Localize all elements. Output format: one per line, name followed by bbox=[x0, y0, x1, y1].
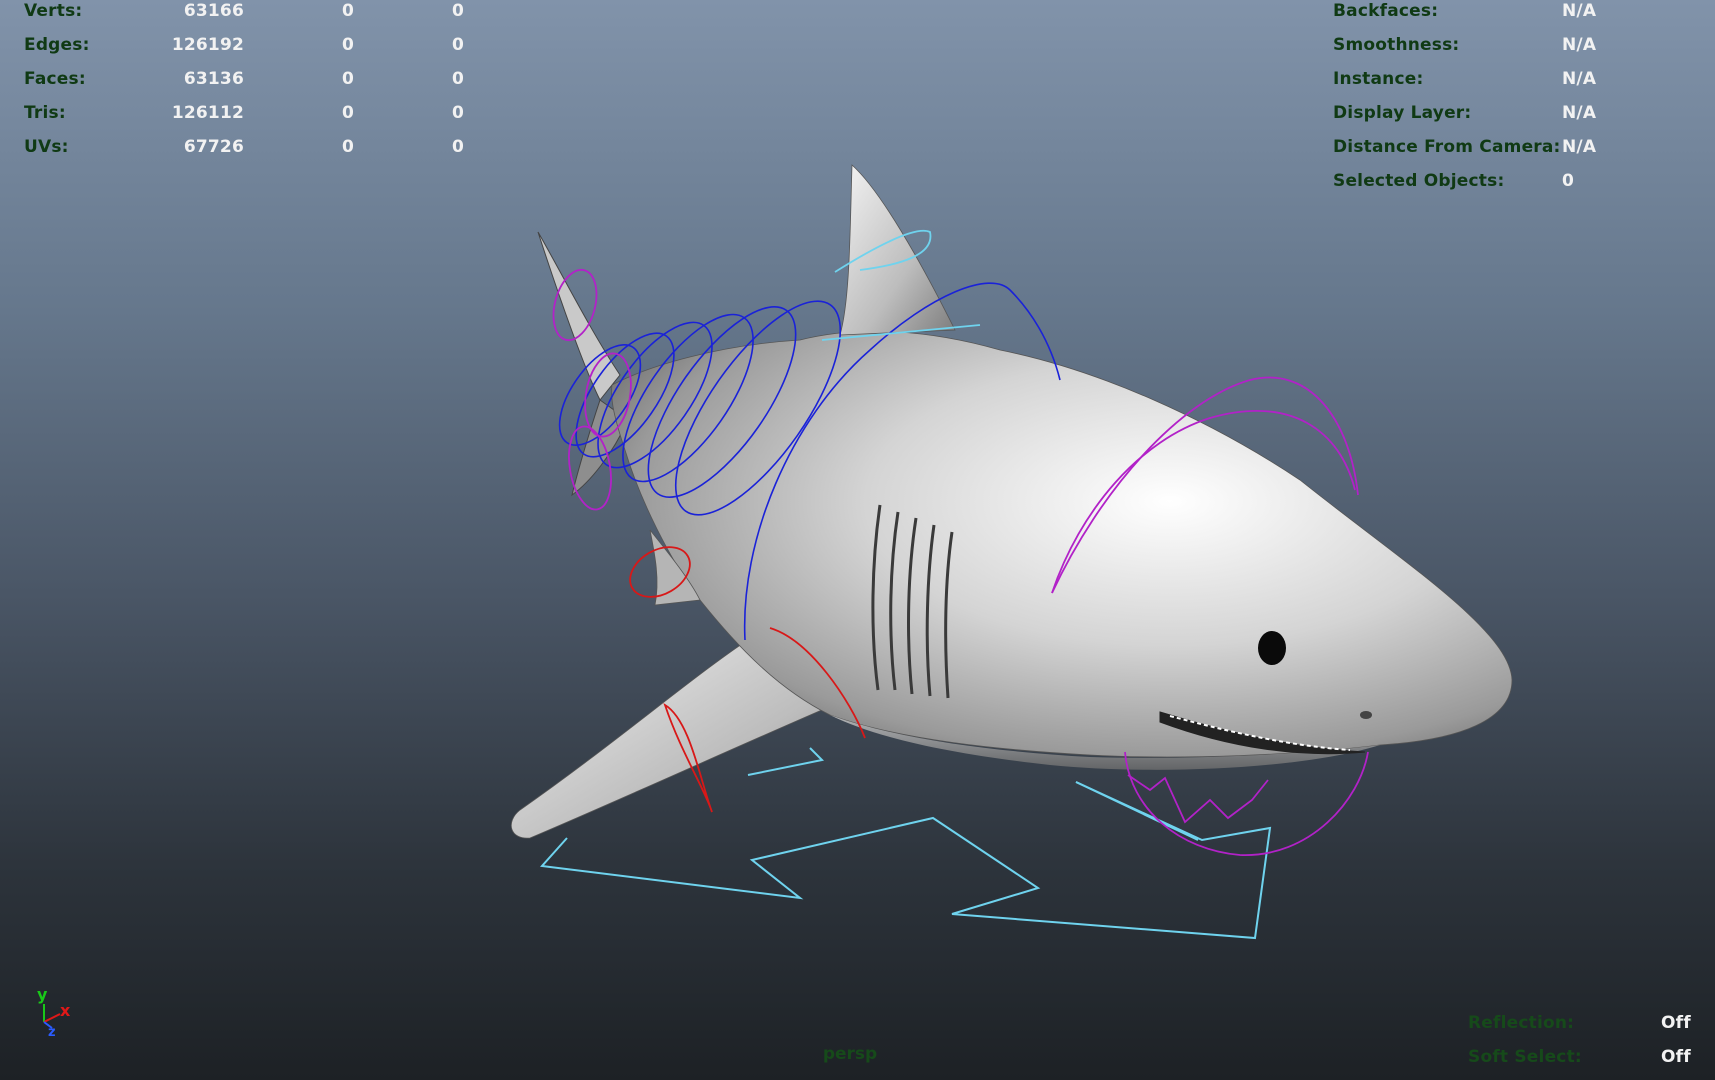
axis-y-label: y bbox=[37, 985, 48, 1004]
dorsal-fin bbox=[839, 164, 956, 336]
stat-value: 126192 bbox=[171, 35, 244, 55]
axis-x-label: x bbox=[60, 1001, 71, 1020]
info-row: Selected Objects: 0 bbox=[1333, 164, 1663, 198]
info-label: Instance: bbox=[1333, 69, 1424, 89]
info-row: Display Layer: N/A bbox=[1333, 96, 1663, 130]
object-details-hud: Backfaces: N/A Smoothness: N/A Instance:… bbox=[1333, 0, 1663, 198]
info-value: 0 bbox=[1562, 171, 1575, 191]
info-label: Backfaces: bbox=[1333, 1, 1439, 21]
stat-value: 0 bbox=[451, 103, 464, 123]
info-label: Distance From Camera: bbox=[1333, 137, 1561, 157]
stat-value: 63136 bbox=[183, 69, 244, 89]
display-label: Reflection: bbox=[1468, 1013, 1575, 1033]
stat-label: Edges: bbox=[24, 35, 90, 55]
stat-row: UVs: 67726 0 0 bbox=[24, 130, 464, 164]
stat-label: Faces: bbox=[24, 69, 86, 89]
stat-value: 0 bbox=[341, 69, 354, 89]
shark-eye bbox=[1258, 631, 1286, 665]
stat-value: 0 bbox=[341, 103, 354, 123]
info-value: N/A bbox=[1562, 137, 1597, 157]
stat-label: Verts: bbox=[24, 1, 83, 21]
stat-row: Faces: 63136 0 0 bbox=[24, 62, 464, 96]
axis-z-label: z bbox=[48, 1025, 56, 1040]
stat-value: 0 bbox=[451, 1, 464, 21]
info-row: Backfaces: N/A bbox=[1333, 0, 1663, 28]
display-value: Off bbox=[1661, 1013, 1691, 1033]
info-row: Distance From Camera: N/A bbox=[1333, 130, 1663, 164]
stat-label: UVs: bbox=[24, 137, 69, 157]
poly-count-hud: Verts: 63166 0 0 Edges: 126192 0 0 Faces… bbox=[24, 0, 464, 164]
info-value: N/A bbox=[1562, 35, 1597, 55]
info-value: N/A bbox=[1562, 1, 1597, 21]
display-row: Soft Select: Off bbox=[1468, 1040, 1698, 1074]
info-label: Display Layer: bbox=[1333, 103, 1472, 123]
stat-row: Tris: 126112 0 0 bbox=[24, 96, 464, 130]
display-value: Off bbox=[1661, 1047, 1691, 1067]
camera-name-label: persp bbox=[822, 1044, 878, 1064]
info-value: N/A bbox=[1562, 103, 1597, 123]
stat-label: Tris: bbox=[24, 103, 66, 123]
stat-value: 67726 bbox=[183, 137, 244, 157]
info-label: Smoothness: bbox=[1333, 35, 1460, 55]
stat-value: 0 bbox=[341, 35, 354, 55]
info-row: Smoothness: N/A bbox=[1333, 28, 1663, 62]
stat-value: 0 bbox=[451, 137, 464, 157]
stat-value: 0 bbox=[341, 137, 354, 157]
perspective-viewport[interactable]: Verts: 63166 0 0 Edges: 126192 0 0 Faces… bbox=[0, 0, 1715, 1080]
info-value: N/A bbox=[1562, 69, 1597, 89]
stat-row: Verts: 63166 0 0 bbox=[24, 0, 464, 28]
stat-value: 63166 bbox=[183, 1, 244, 21]
info-label: Selected Objects: bbox=[1333, 171, 1505, 191]
display-row: Reflection: Off bbox=[1468, 1006, 1698, 1040]
display-label: Soft Select: bbox=[1468, 1047, 1582, 1067]
stat-value: 126112 bbox=[171, 103, 244, 123]
stat-value: 0 bbox=[451, 35, 464, 55]
display-settings-hud: Reflection: Off Soft Select: Off bbox=[1468, 1006, 1698, 1074]
info-row: Instance: N/A bbox=[1333, 62, 1663, 96]
tail-fin-upper bbox=[537, 231, 621, 401]
stat-value: 0 bbox=[451, 69, 464, 89]
shark-nostril bbox=[1360, 711, 1372, 719]
view-axis-icon: y x z bbox=[37, 985, 71, 1040]
stat-value: 0 bbox=[341, 1, 354, 21]
stat-row: Edges: 126192 0 0 bbox=[24, 28, 464, 62]
